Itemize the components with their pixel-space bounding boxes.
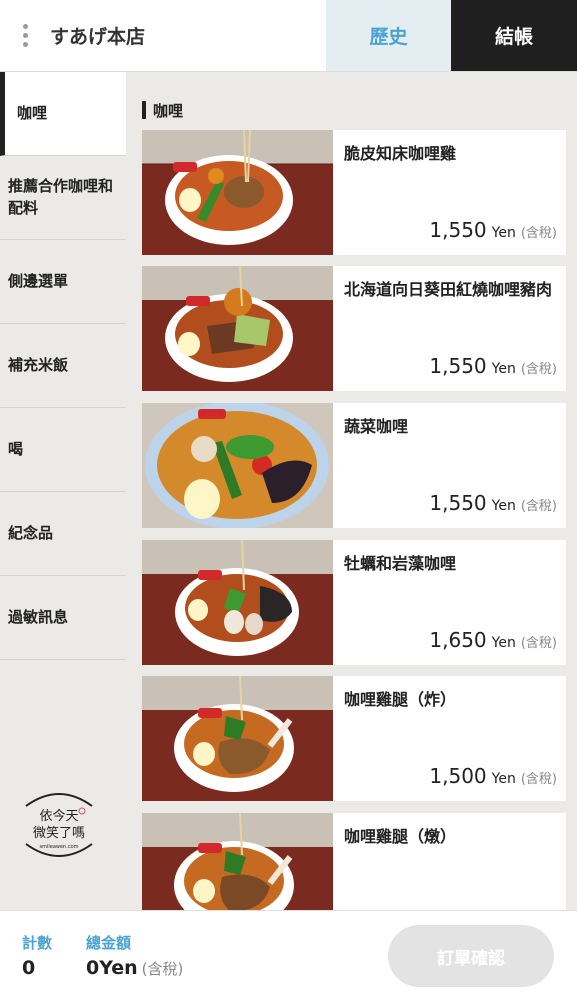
total-label: 總金額 bbox=[86, 934, 132, 952]
menu-item-currency: Yen bbox=[491, 635, 516, 651]
menu-item-name: 牡蠣和岩藻咖哩 bbox=[344, 554, 457, 573]
checkout-button[interactable]: 結帳 bbox=[451, 0, 577, 71]
sidebar-item-recommended[interactable]: 推薦合作咖哩和配料 bbox=[0, 156, 126, 240]
menu-item-name: 脆皮知床咖哩雞 bbox=[344, 144, 457, 163]
menu-item-info: 咖哩雞腿（炸） 1,500 Yen (含稅) bbox=[333, 676, 566, 801]
menu-item-tax-note: (含稅) bbox=[520, 362, 557, 377]
menu-item-currency: Yen bbox=[491, 498, 516, 514]
menu-item-currency: Yen bbox=[491, 771, 516, 787]
menu-item-name: 蔬菜咖哩 bbox=[344, 417, 409, 436]
menu-item-card[interactable]: 牡蠣和岩藻咖哩 1,650 Yen (含稅) bbox=[142, 540, 566, 665]
menu-item-info: 牡蠣和岩藻咖哩 1,650 Yen (含稅) bbox=[333, 540, 566, 665]
menu-item-price-row: 1,650 Yen (含稅) bbox=[429, 628, 557, 652]
menu-item-currency: Yen bbox=[491, 361, 516, 377]
vegetable-curry-image bbox=[142, 403, 333, 528]
count-label: 計數 bbox=[22, 934, 53, 952]
oyster-curry-image bbox=[142, 540, 333, 665]
svg-text:依今天: 依今天 bbox=[39, 808, 78, 824]
total-value: 0Yen bbox=[86, 957, 138, 979]
menu-list: 咖哩 脆皮知床咖哩雞 1,550 Yen (含稅) 北海道向日葵田紅燒咖哩豬肉 … bbox=[126, 72, 577, 910]
menu-item-price-row: 1,550 Yen (含稅) bbox=[429, 354, 557, 378]
menu-item-tax-note: (含稅) bbox=[520, 226, 557, 241]
category-sidebar: 咖哩 推薦合作咖哩和配料 側邊選單 補充米飯 喝 紀念品 過敏訊息 依今天 微笑… bbox=[0, 72, 126, 910]
menu-item-info: 脆皮知床咖哩雞 1,550 Yen (含稅) bbox=[333, 130, 566, 255]
menu-item-tax-note: (含稅) bbox=[520, 636, 557, 651]
stewed-chicken-leg-curry-image bbox=[142, 813, 333, 910]
menu-item-card[interactable]: 咖哩雞腿（炸） 1,500 Yen (含稅) bbox=[142, 676, 566, 801]
menu-item-name: 北海道向日葵田紅燒咖哩豬肉 bbox=[344, 280, 553, 299]
menu-item-currency: Yen bbox=[491, 225, 516, 241]
fried-chicken-leg-curry-image bbox=[142, 676, 333, 801]
sidebar-item-souvenirs[interactable]: 紀念品 bbox=[0, 492, 126, 576]
menu-item-name: 咖哩雞腿（炸） bbox=[344, 690, 457, 709]
menu-item-price: 1,650 bbox=[429, 628, 487, 652]
menu-item-price: 1,550 bbox=[429, 218, 487, 242]
section-title: 咖哩 bbox=[142, 100, 183, 120]
sidebar-item-drinks[interactable]: 喝 bbox=[0, 408, 126, 492]
menu-item-card[interactable]: 蔬菜咖哩 1,550 Yen (含稅) bbox=[142, 403, 566, 528]
menu-item-price: 1,550 bbox=[429, 491, 487, 515]
menu-item-price-row: 1,550 Yen (含稅) bbox=[429, 491, 557, 515]
order-footer: 計數 總金額 0 0Yen (含稅) 訂單確認 bbox=[0, 910, 577, 1000]
menu-item-info: 蔬菜咖哩 1,550 Yen (含稅) bbox=[333, 403, 566, 528]
menu-item-card[interactable]: 脆皮知床咖哩雞 1,550 Yen (含稅) bbox=[142, 130, 566, 255]
menu-item-price-row: 1,550 Yen (含稅) bbox=[429, 218, 557, 242]
more-menu-icon[interactable] bbox=[0, 0, 50, 71]
sidebar-item-allergy[interactable]: 過敏訊息 bbox=[0, 576, 126, 660]
total-amount: 0Yen (含稅) bbox=[86, 957, 183, 979]
menu-item-tax-note: (含稅) bbox=[520, 499, 557, 514]
header: すあげ本店 歷史 結帳 bbox=[0, 0, 577, 72]
svg-text:微笑了嗎: 微笑了嗎 bbox=[33, 825, 85, 841]
total-tax-note: (含稅) bbox=[141, 960, 184, 978]
menu-item-info: 咖哩雞腿（燉） bbox=[333, 813, 566, 910]
svg-text:smileawen.com: smileawen.com bbox=[40, 844, 79, 850]
section-title-bar bbox=[142, 101, 146, 119]
count-value: 0 bbox=[22, 957, 36, 979]
pork-curry-image bbox=[142, 266, 333, 391]
menu-item-tax-note: (含稅) bbox=[520, 772, 557, 787]
menu-item-name: 咖哩雞腿（燉） bbox=[344, 827, 457, 846]
menu-item-price: 1,500 bbox=[429, 764, 487, 788]
store-name: すあげ本店 bbox=[50, 26, 146, 48]
menu-item-card[interactable]: 咖哩雞腿（燉） bbox=[142, 813, 566, 910]
sidebar-item-curry[interactable]: 咖哩 bbox=[0, 72, 126, 156]
section-title-text: 咖哩 bbox=[153, 101, 184, 120]
history-button[interactable]: 歷史 bbox=[326, 0, 451, 71]
menu-item-price: 1,550 bbox=[429, 354, 487, 378]
order-confirm-button[interactable]: 訂單確認 bbox=[388, 925, 554, 987]
menu-item-info: 北海道向日葵田紅燒咖哩豬肉 1,550 Yen (含稅) bbox=[333, 266, 566, 391]
menu-item-price-row: 1,500 Yen (含稅) bbox=[429, 764, 557, 788]
menu-item-card[interactable]: 北海道向日葵田紅燒咖哩豬肉 1,550 Yen (含稅) bbox=[142, 266, 566, 391]
sidebar-item-side-menu[interactable]: 側邊選單 bbox=[0, 240, 126, 324]
watermark-logo: 依今天 微笑了嗎 smileawen.com bbox=[25, 793, 93, 857]
sidebar-item-rice[interactable]: 補充米飯 bbox=[0, 324, 126, 408]
chicken-curry-image bbox=[142, 130, 333, 255]
